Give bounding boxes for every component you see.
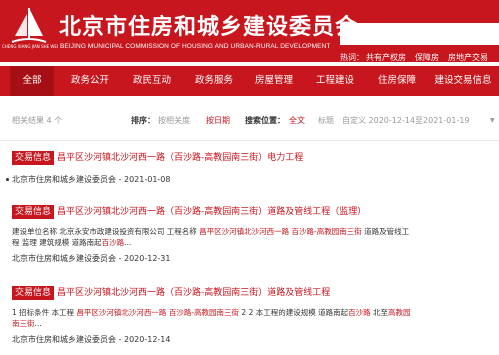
sort-label: 排序：	[131, 116, 155, 125]
result-snippet: 1 招标条件 本工程 昌平区沙河镇北沙河西一路 百沙路-高教园南三街 2 2 本…	[12, 307, 462, 329]
snippet-text: 程 监理 建筑规模 道路南起	[12, 238, 102, 247]
result-title[interactable]: 交易信息 昌平区沙河镇北沙河西一路（百沙路-高教园南三街）道路及管线工程	[12, 286, 492, 301]
result-title[interactable]: 交易信息 昌平区沙河镇北沙河西一路（百沙路-高教园南三街）道路及管线工程（监理）	[12, 205, 492, 220]
nav-tab-all[interactable]: 全部	[10, 66, 54, 96]
nav-tab-gov-services[interactable]: 政务服务	[186, 66, 242, 96]
snippet-highlight: 高教园	[388, 308, 411, 317]
search-input[interactable]	[340, 23, 499, 45]
nav-tab-gov-affairs-open[interactable]: 政务公开	[62, 66, 118, 96]
snippet-text: ...	[34, 319, 42, 328]
snippet-text: 道路及管线工	[361, 227, 410, 236]
result-title-rest[interactable]: 道路及管线工程（监理）	[267, 207, 366, 217]
search-result-item: 交易信息 昌平区沙河镇北沙河西一路（百沙路-高教园南三街）电力工程 北京市住房和城…	[12, 151, 492, 185]
snippet-line: 程 监理 建筑规模 道路南起百沙路...	[12, 237, 462, 248]
nav-tab-trade-info[interactable]: 建设交易信息	[428, 66, 498, 96]
hotword-link[interactable]: 保障房	[415, 53, 439, 62]
date-range-filter[interactable]: 自定义 2020-12-14至2021-01-19	[342, 115, 470, 126]
date-dropdown-icon[interactable]: ▼	[490, 117, 495, 124]
snippet-highlight: 百沙路	[101, 238, 125, 247]
snippet-line: 建设单位名称 北京永安市政建设投资有限公司 工程名称 昌平区沙河镇北沙河西一路 …	[12, 226, 462, 237]
hotwords-bar: 热词： 共有产权房 保障房 房地产交易	[340, 52, 497, 63]
result-title-highlight[interactable]: 昌平区沙河镇北沙河西一路（百沙路-高教园南三街）	[57, 288, 267, 298]
sort-by-date[interactable]: 按日期	[206, 115, 230, 126]
scope-fulltext[interactable]: 全文	[289, 115, 305, 126]
snippet-text: 2 2 本工程的建设规模 道路南起	[239, 308, 349, 317]
snippet-highlight: 昌平区沙河镇北沙河西一路 百沙路-高教园南三街	[76, 308, 240, 317]
result-date: 2020-12-31	[123, 254, 171, 263]
snippet-text: 建设单位名称 北京永安市政建设投资有限公司 工程名称	[12, 227, 200, 236]
nav-tab-interaction[interactable]: 政民互动	[124, 66, 180, 96]
logo-caption: CHENG XIANG JIAN SHE WEI	[2, 44, 59, 49]
result-date: 2021-01-08	[123, 175, 171, 184]
toolbar-divider	[0, 140, 499, 141]
search-result-item: 交易信息 昌平区沙河镇北沙河西一路（百沙路-高教园南三街）道路及管线工程 1 招标…	[12, 286, 492, 345]
result-category-badge: 交易信息	[12, 151, 55, 165]
result-snippet: 建设单位名称 北京永安市政建设投资有限公司 工程名称 昌平区沙河镇北沙河西一路 …	[12, 226, 462, 248]
result-source: 北京市住房和城乡建设委员会	[12, 335, 116, 344]
result-meta: 北京市住房和城乡建设委员会 - 2021-01-08	[12, 175, 171, 184]
snippet-highlight: 百沙路	[348, 308, 371, 317]
result-date: 2020-12-14	[123, 335, 171, 344]
result-title-highlight[interactable]: 昌平区沙河镇北沙河西一路（百沙路-高教园南三街）	[57, 153, 267, 163]
scope-title[interactable]: 标题	[318, 115, 334, 126]
snippet-line: 1 招标条件 本工程 昌平区沙河镇北沙河西一路 百沙路-高教园南三街 2 2 本…	[12, 307, 462, 318]
list-bullet	[6, 178, 9, 181]
sort-by-relevance[interactable]: 按相关度	[158, 115, 190, 126]
snippet-highlight: 南三街	[12, 319, 35, 328]
nav-tab-housing-mgmt[interactable]: 房屋管理	[246, 66, 302, 96]
hotword-link[interactable]: 房地产交易	[448, 53, 488, 62]
result-source: 北京市住房和城乡建设委员会	[12, 175, 116, 184]
scope-label: 搜索位置：	[245, 116, 285, 125]
site-subtitle: BEIJING MUNICIPAL COMMISSION OF HOUSING …	[60, 43, 331, 50]
hotwords-label: 热词：	[340, 53, 364, 62]
main-nav: 全部 政务公开 政民互动 政务服务 房屋管理 工程建设 住房保障 建设交易信息	[0, 66, 499, 96]
nav-tab-construction[interactable]: 工程建设	[306, 66, 364, 96]
search-result-item: 交易信息 昌平区沙河镇北沙河西一路（百沙路-高教园南三街）道路及管线工程（监理） …	[12, 205, 492, 264]
snippet-highlight: 昌平区沙河镇北沙河西一路 百沙路-高教园南三街	[199, 227, 362, 236]
snippet-text: ...	[124, 238, 132, 247]
result-meta: 北京市住房和城乡建设委员会 - 2020-12-31	[12, 254, 171, 263]
snippet-line: 南三街...	[12, 318, 462, 329]
snippet-text: 北至	[370, 308, 389, 317]
search-toolbar: 相关结果 4 个 排序： 按相关度 按日期 搜索位置： 全文 标题 自定义 20…	[0, 110, 499, 132]
snippet-text: 1 招标条件 本工程	[12, 308, 77, 317]
site-title[interactable]: 北京市住房和城乡建设委员会	[59, 9, 358, 41]
result-source: 北京市住房和城乡建设委员会	[12, 254, 116, 263]
result-title-highlight[interactable]: 昌平区沙河镇北沙河西一路（百沙路-高教园南三街）	[57, 207, 267, 217]
hotword-link[interactable]: 共有产权房	[366, 53, 406, 62]
result-count: 相关结果 4 个	[12, 116, 63, 125]
site-header: CHENG XIANG JIAN SHE WEI 北京市住房和城乡建设委员会 B…	[0, 0, 499, 62]
result-title-rest[interactable]: 电力工程	[267, 153, 303, 163]
result-category-badge: 交易信息	[12, 205, 55, 219]
result-meta: 北京市住房和城乡建设委员会 - 2020-12-14	[12, 335, 171, 344]
result-title-rest[interactable]: 道路及管线工程	[267, 288, 330, 298]
nav-tab-housing-security[interactable]: 住房保障	[368, 66, 426, 96]
result-category-badge: 交易信息	[12, 286, 55, 300]
result-title[interactable]: 交易信息 昌平区沙河镇北沙河西一路（百沙路-高教园南三街）电力工程	[12, 151, 492, 166]
